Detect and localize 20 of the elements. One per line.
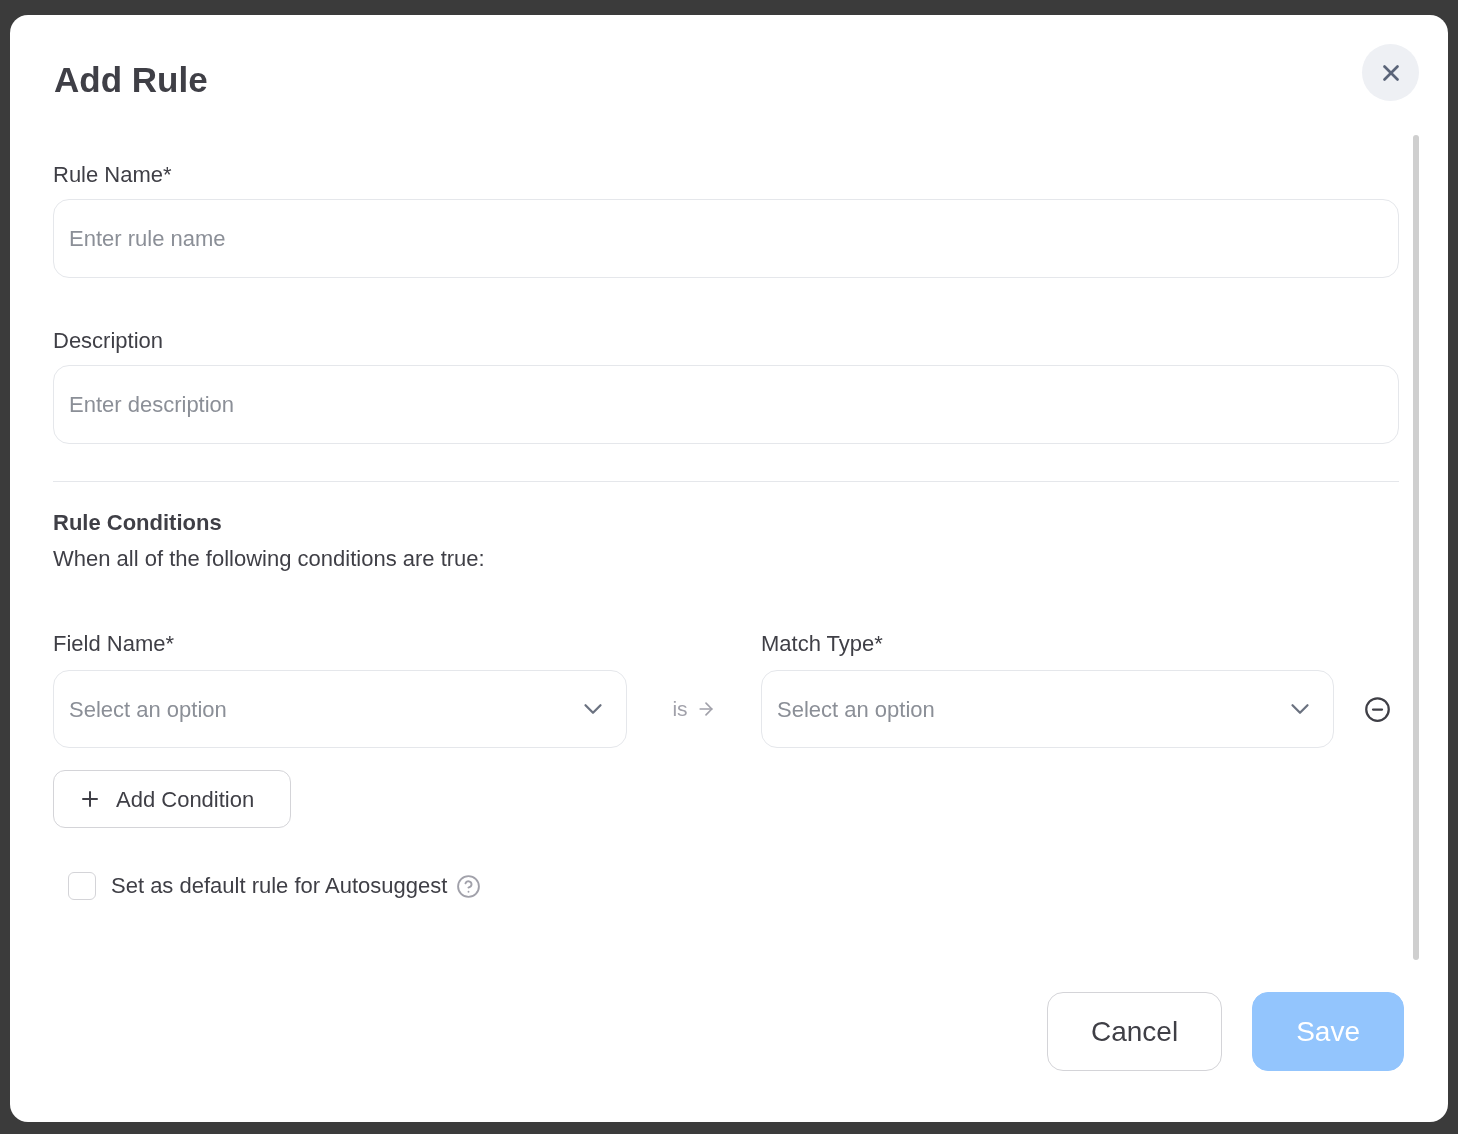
minus-circle-icon <box>1363 695 1391 723</box>
dialog-title: Add Rule <box>54 59 208 101</box>
field-name-select[interactable]: Select an option <box>53 670 627 748</box>
section-heading: Rule Conditions <box>53 509 223 537</box>
section-subtitle: When all of the following conditions are true: <box>53 545 486 573</box>
field-label: Match Type* <box>761 630 884 658</box>
match-type-select[interactable]: Select an option <box>761 670 1334 748</box>
remove-condition-button[interactable] <box>1363 695 1391 723</box>
operator-label: is <box>672 696 688 723</box>
scrollbar[interactable] <box>1413 135 1419 960</box>
field-label: Description <box>53 327 165 355</box>
field-label: Rule Name* <box>53 161 173 189</box>
help-icon[interactable] <box>456 873 482 899</box>
text-input[interactable]: Enter rule name <box>53 199 1399 278</box>
checkbox[interactable] <box>68 872 96 900</box>
cancel-button[interactable]: Cancel <box>1047 992 1223 1071</box>
field-label: Field Name* <box>53 630 176 658</box>
add-condition-button[interactable]: Add Condition <box>53 770 291 828</box>
checkbox-label: Set as default rule for Autosuggest <box>111 872 448 900</box>
text-input[interactable]: Enter description <box>53 365 1399 444</box>
